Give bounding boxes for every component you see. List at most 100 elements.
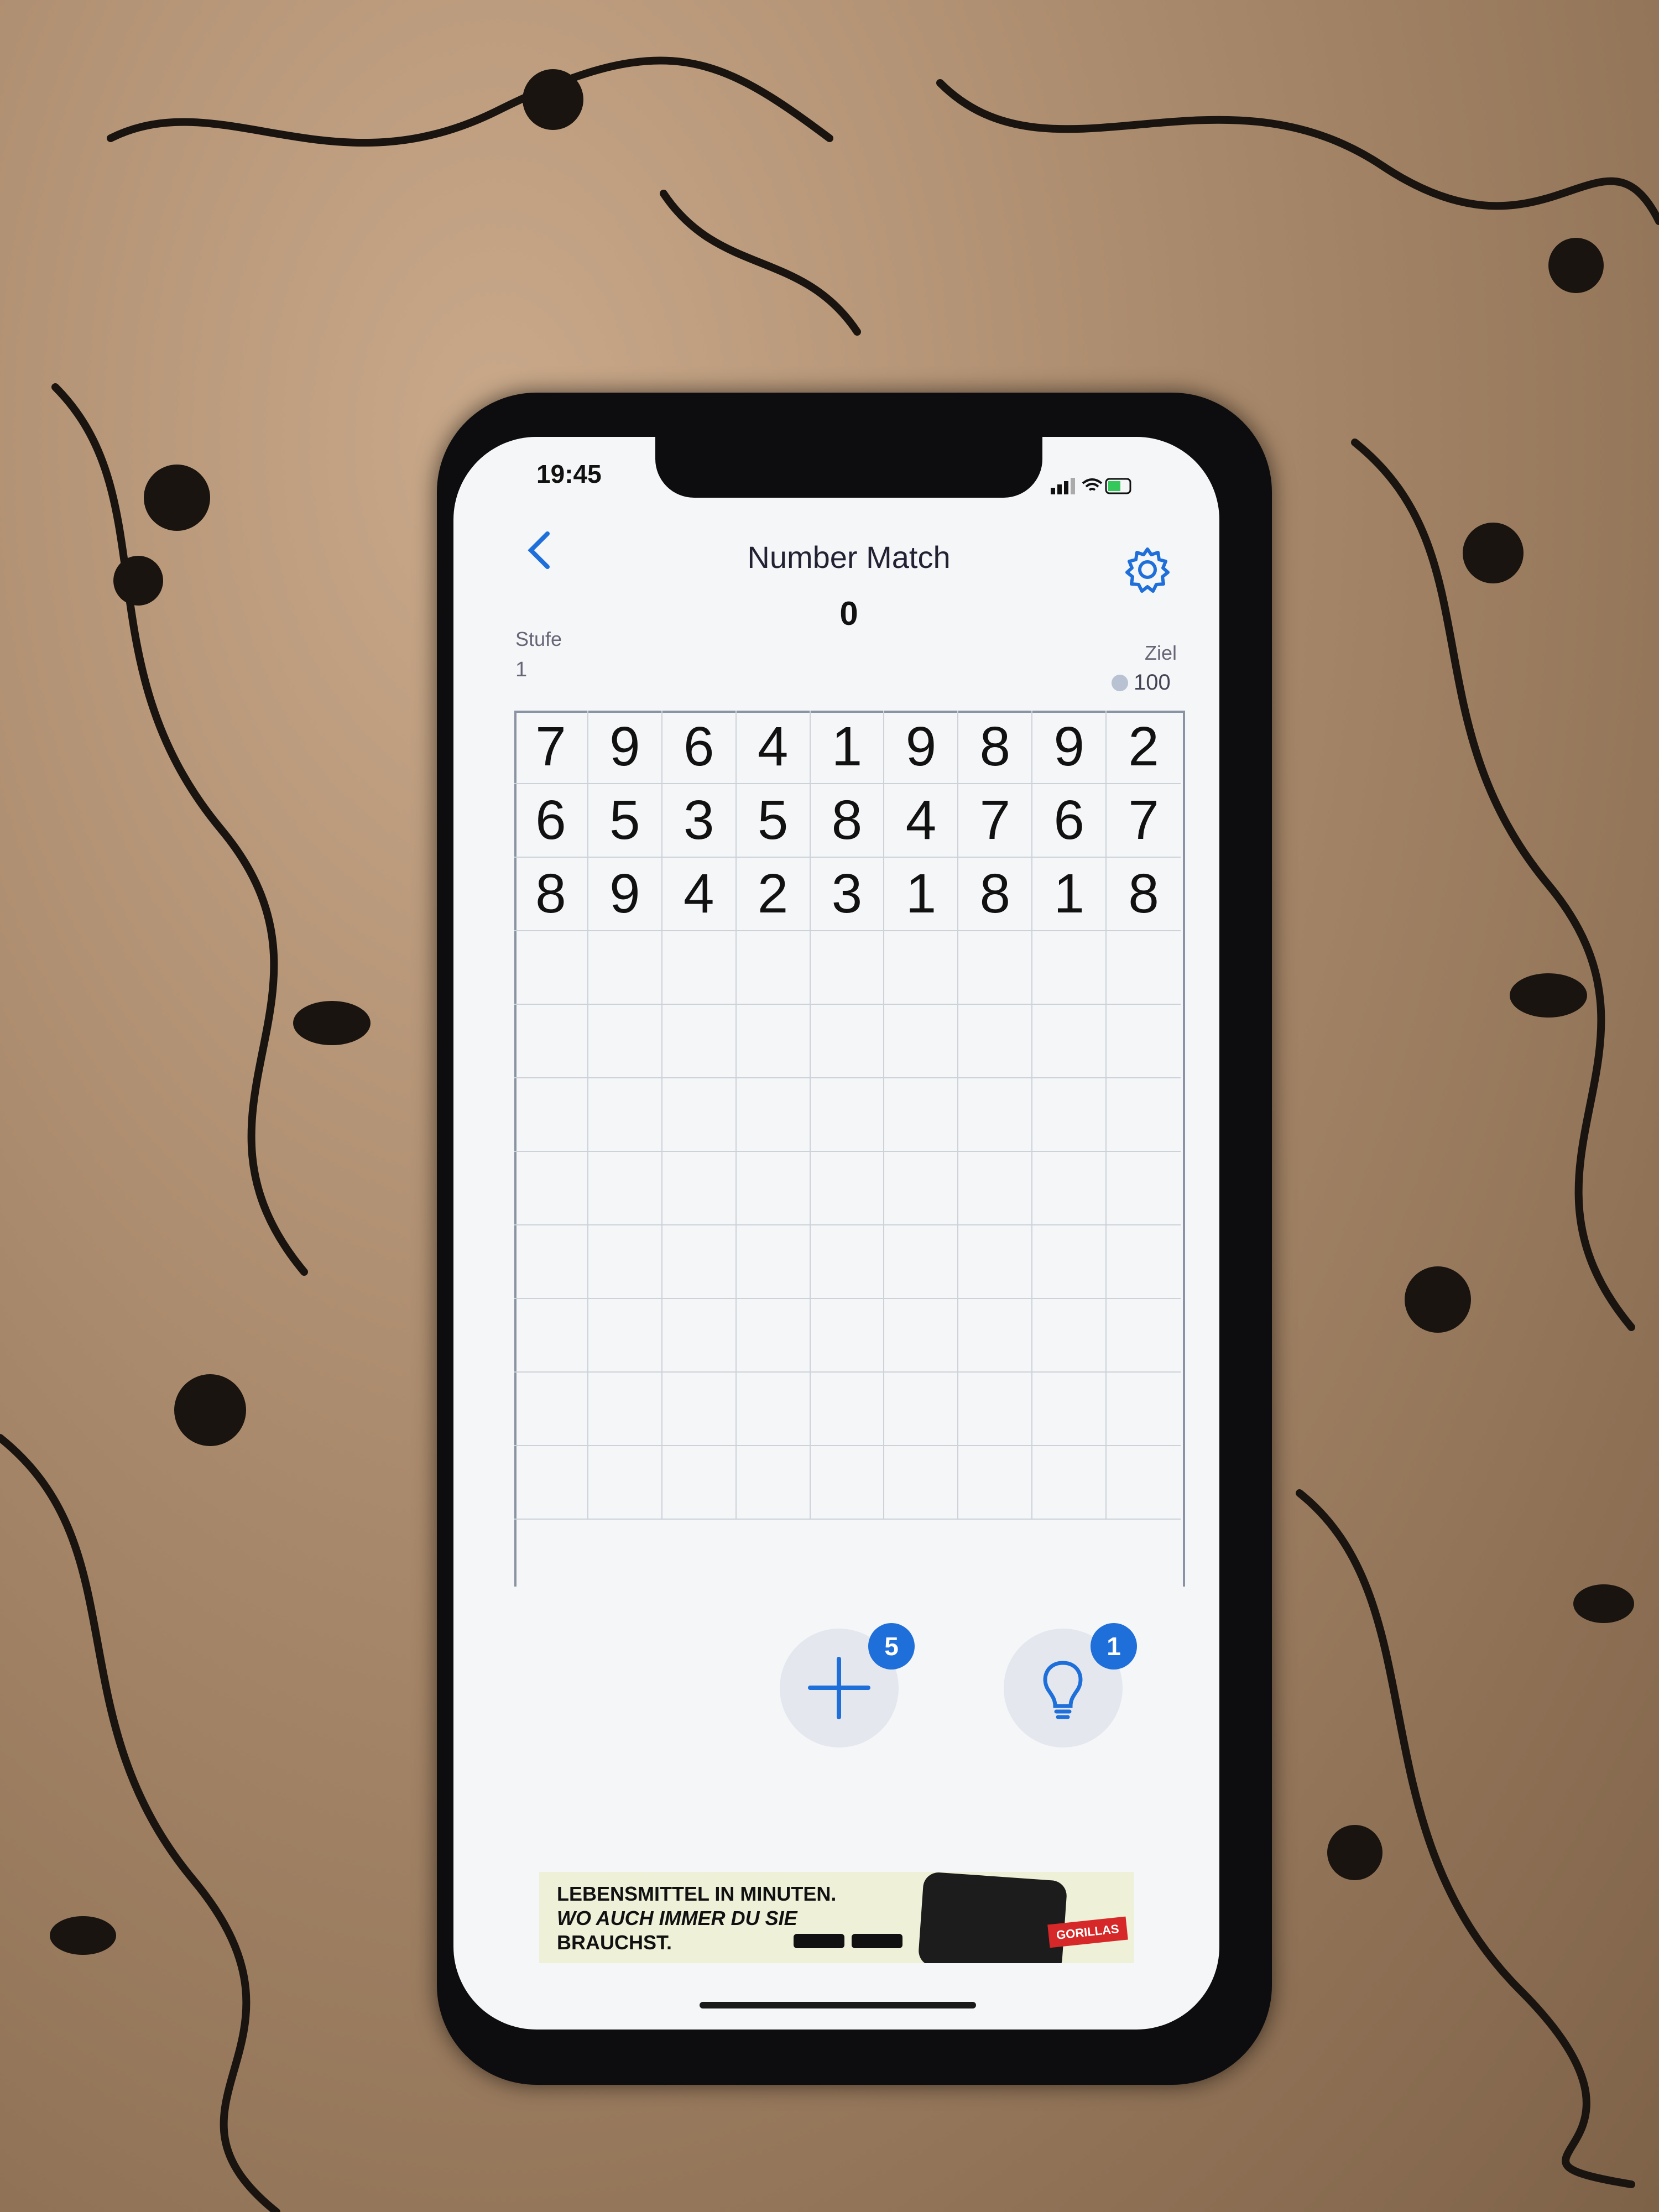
grid-cell [1032, 1225, 1107, 1299]
grid-cell [884, 1373, 959, 1446]
grid-cell [1032, 1005, 1107, 1078]
grid-cell[interactable]: 5 [736, 784, 811, 858]
grid-cell[interactable]: 3 [810, 858, 885, 931]
grid-cell [1107, 1078, 1181, 1152]
signal-wifi-battery-icon [1051, 478, 1131, 494]
grid-cell [736, 1225, 811, 1299]
grid-cell [810, 1005, 885, 1078]
grid-cell[interactable]: 7 [514, 711, 588, 784]
grid-cell [514, 1078, 588, 1152]
grid-cell [514, 1152, 588, 1225]
grid-cell[interactable]: 1 [1032, 858, 1107, 931]
grid-cell [514, 1373, 588, 1446]
grid-cell [884, 1152, 959, 1225]
grid-cell [884, 1005, 959, 1078]
grid-cell[interactable]: 8 [958, 858, 1033, 931]
coin-icon [1112, 675, 1128, 691]
add-numbers-count-badge: 5 [868, 1623, 915, 1670]
grid-cell[interactable]: 8 [1107, 858, 1181, 931]
grid-cell [588, 1005, 662, 1078]
grid-cell [1107, 1225, 1181, 1299]
ad-line-2: WO AUCH IMMER DU SIE [557, 1907, 797, 1929]
grid-cell [736, 931, 811, 1005]
grid-cell [588, 1299, 662, 1373]
grid-cell[interactable]: 8 [810, 784, 885, 858]
grid-cell [958, 1446, 1033, 1520]
grid-cell[interactable]: 1 [884, 858, 959, 931]
grid-cell[interactable]: 7 [958, 784, 1033, 858]
grid-cell[interactable]: 6 [1032, 784, 1107, 858]
grid-cell [1107, 1299, 1181, 1373]
grid-cell [958, 1078, 1033, 1152]
gear-icon [1125, 547, 1170, 593]
grid-cell [514, 1005, 588, 1078]
grid-cell[interactable]: 4 [736, 711, 811, 784]
grid-cell [588, 1078, 662, 1152]
grid-cell [662, 1299, 737, 1373]
grid-cell[interactable]: 4 [884, 784, 959, 858]
level-value: 1 [515, 658, 528, 681]
grid-cell[interactable]: 6 [662, 711, 737, 784]
grid-cell[interactable]: 3 [662, 784, 737, 858]
grid-cell[interactable]: 5 [588, 784, 662, 858]
grid-cell [958, 1299, 1033, 1373]
grid-cell [958, 931, 1033, 1005]
grid-cell [1107, 931, 1181, 1005]
grid-cell[interactable]: 6 [514, 784, 588, 858]
phone-notch [655, 437, 1042, 498]
goal-value: 100 [1134, 670, 1171, 695]
grid-cell [736, 1152, 811, 1225]
grid-cell [884, 1078, 959, 1152]
grid-cell [810, 1373, 885, 1446]
grid-cell[interactable]: 4 [662, 858, 737, 931]
settings-button[interactable] [1123, 545, 1172, 597]
grid-cell [736, 1299, 811, 1373]
status-icons [1051, 474, 1134, 499]
hint-count-badge: 1 [1091, 1623, 1137, 1670]
grid-cell [736, 1078, 811, 1152]
app-store-badge [794, 1934, 844, 1948]
google-play-badge [852, 1934, 902, 1948]
grid-cell [810, 1446, 885, 1520]
grid-cell [588, 1225, 662, 1299]
grid-cell [1107, 1373, 1181, 1446]
grid-cell[interactable]: 9 [588, 711, 662, 784]
grid-cell[interactable]: 2 [1107, 711, 1181, 784]
grid-cell [736, 1446, 811, 1520]
grid-cell[interactable]: 7 [1107, 784, 1181, 858]
grid-cell[interactable]: 2 [736, 858, 811, 931]
status-time: 19:45 [536, 460, 602, 488]
grid-cell[interactable]: 1 [810, 711, 885, 784]
grid-cell [1032, 1446, 1107, 1520]
number-grid: 796419892653584767894231818 [514, 711, 1181, 1520]
grid-cell [736, 1373, 811, 1446]
grid-cell[interactable]: 9 [884, 711, 959, 784]
grid-cell[interactable]: 8 [958, 711, 1033, 784]
grid-cell [514, 1446, 588, 1520]
grid-cell[interactable]: 9 [1032, 711, 1107, 784]
page-title: Number Match [747, 540, 951, 575]
grid-cell [1032, 1373, 1107, 1446]
grid-cell [514, 1299, 588, 1373]
grid-cell[interactable]: 8 [514, 858, 588, 931]
grid-cell [514, 1225, 588, 1299]
grid-cell [662, 1373, 737, 1446]
grid-cell [588, 1446, 662, 1520]
grid-cell [810, 1152, 885, 1225]
level-label: Stufe [515, 628, 562, 650]
grid-cell [1107, 1152, 1181, 1225]
grid-cell [1107, 1005, 1181, 1078]
grid-cell [884, 1225, 959, 1299]
score-value: 0 [839, 595, 858, 632]
grid-cell [1032, 1299, 1107, 1373]
back-button[interactable] [523, 528, 556, 575]
home-indicator[interactable] [700, 2002, 976, 2008]
grid-cell [588, 931, 662, 1005]
grid-cell [958, 1152, 1033, 1225]
ad-banner[interactable]: LEBENSMITTEL IN MINUTEN. WO AUCH IMMER D… [539, 1872, 1134, 1963]
grid-cell [810, 1299, 885, 1373]
grid-cell [514, 931, 588, 1005]
grid-cell [958, 1005, 1033, 1078]
grid-cell[interactable]: 9 [588, 858, 662, 931]
ad-phone-image [917, 1872, 1068, 1963]
